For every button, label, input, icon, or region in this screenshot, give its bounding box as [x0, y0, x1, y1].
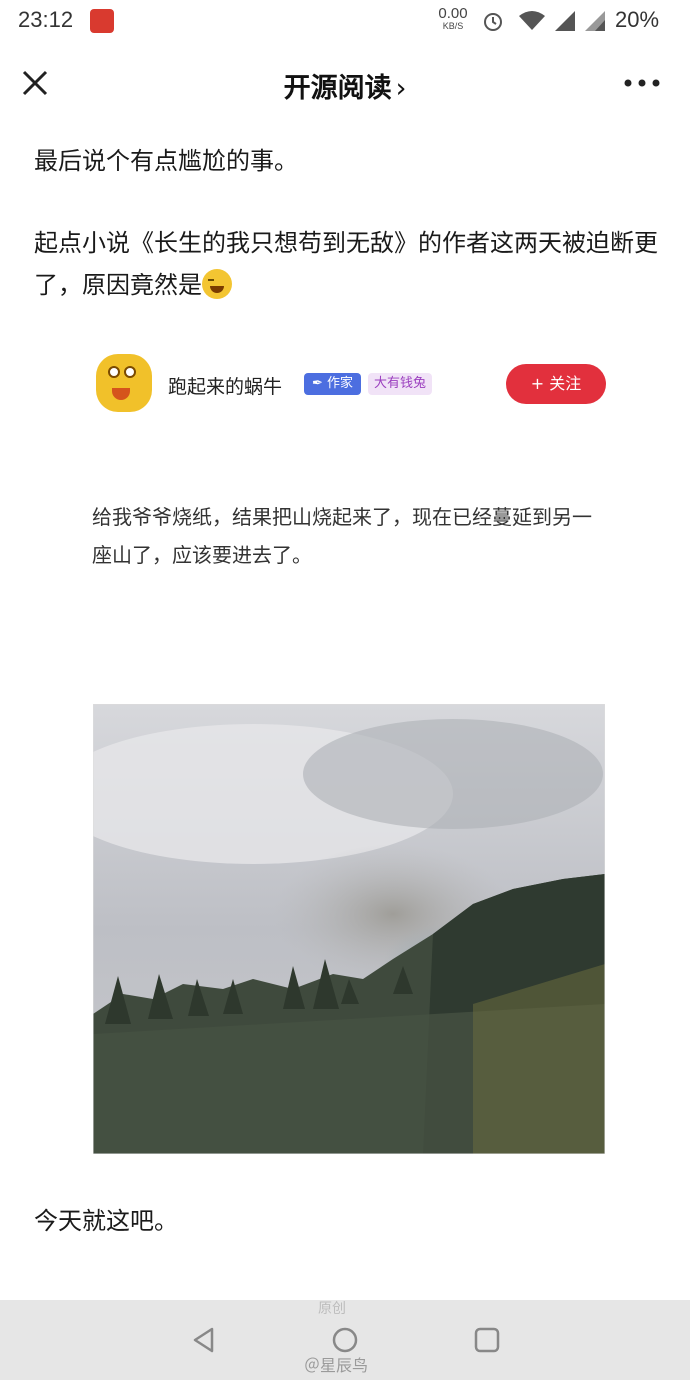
- chevron-right-icon: ›: [395, 73, 407, 104]
- laughing-crying-emoji-icon: [202, 269, 232, 299]
- status-bar: 23:12 0.00 KB/S 20%: [0, 0, 690, 44]
- avatar-eye-right: [124, 366, 136, 378]
- net-speed-unit: KB/S: [442, 21, 464, 31]
- original-label: 原创: [318, 1301, 346, 1317]
- notification-icon: [90, 9, 114, 33]
- signal-icon-secondary: [585, 11, 605, 31]
- page-title[interactable]: 开源阅读 ›: [0, 66, 690, 105]
- recent-apps-icon[interactable]: [474, 1327, 500, 1353]
- avatar-mouth: [112, 388, 130, 400]
- battery-level: 20%: [615, 7, 660, 32]
- signal-icon: [555, 11, 575, 31]
- avatar[interactable]: [96, 354, 152, 412]
- more-icon[interactable]: [624, 79, 660, 87]
- alarm-icon: [484, 13, 502, 31]
- system-nav-bar: 原创 ＠星辰鸟: [0, 1300, 690, 1380]
- net-speed-value: 0.00: [438, 5, 468, 22]
- article-paragraph-2: 起点小说《长生的我只想苟到无敌》的作者这两天被迫断更了，原因竟然是: [34, 222, 664, 306]
- writer-badge: ✒ 作家: [304, 373, 362, 395]
- follow-button[interactable]: + 关注: [506, 364, 606, 404]
- home-circle-icon[interactable]: [331, 1326, 359, 1354]
- wifi-icon: [519, 11, 545, 30]
- mountain-fire-photo[interactable]: [93, 704, 605, 1154]
- article-paragraph-2-text: 起点小说《长生的我只想苟到无敌》的作者这两天被迫断更了，原因竟然是: [34, 229, 658, 299]
- post-username[interactable]: 跑起来的蜗牛: [168, 372, 282, 399]
- article-paragraph-3: 今天就这吧。: [34, 1207, 178, 1235]
- post-header: 跑起来的蜗牛 ✒ 作家 大有钱兔 + 关注: [96, 352, 616, 416]
- post-text: 给我爷爷烧纸，结果把山烧起来了，现在已经蔓延到另一座山了，应该要进去了。: [92, 505, 592, 567]
- vip-badge: 大有钱兔: [368, 373, 433, 395]
- avatar-eye-left: [108, 366, 120, 378]
- weibo-watermark: ＠星辰鸟: [304, 1356, 369, 1375]
- back-triangle-icon[interactable]: [190, 1326, 218, 1354]
- top-nav-bar: 开源阅读 ›: [0, 52, 690, 116]
- page-title-text: 开源阅读: [283, 73, 392, 104]
- article-paragraph-1: 最后说个有点尴尬的事。: [34, 147, 298, 175]
- net-speed: 0.00 KB/S: [438, 6, 468, 31]
- status-time: 23:12: [18, 7, 74, 32]
